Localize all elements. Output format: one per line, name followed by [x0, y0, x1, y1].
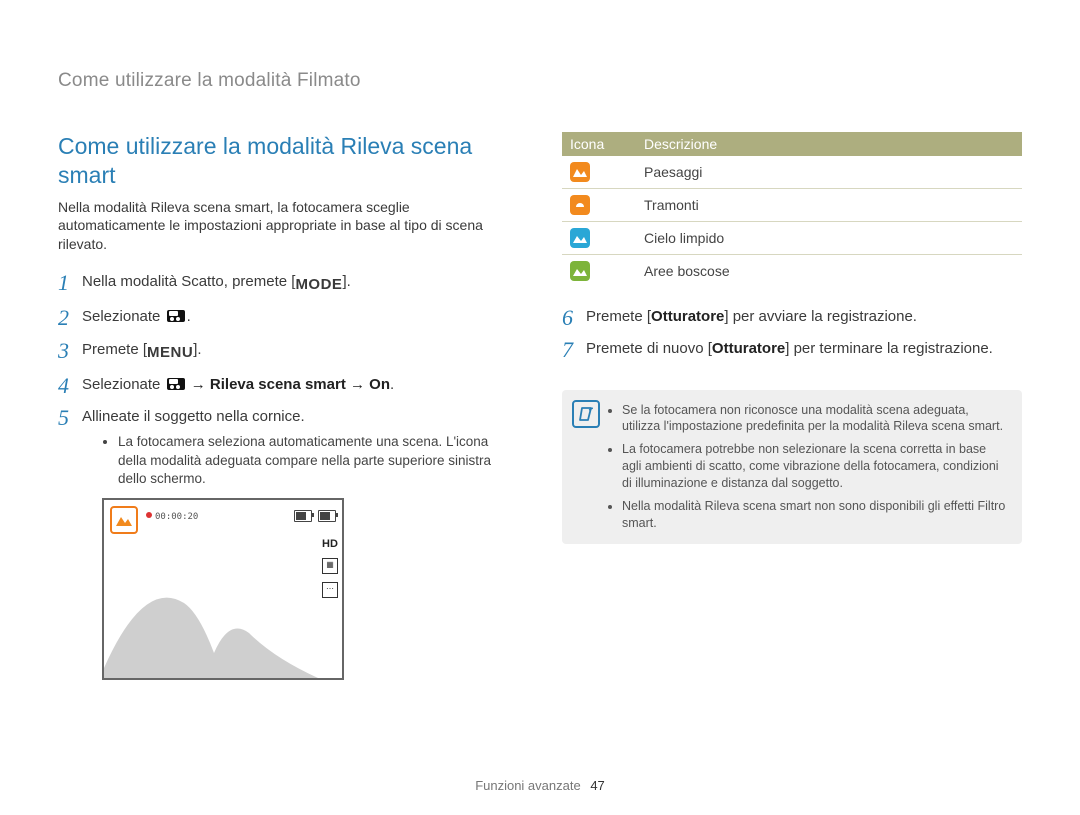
step-7-pre: Premete di nuovo [	[586, 340, 712, 357]
forest-icon	[570, 261, 590, 281]
step-4-post: .	[390, 376, 394, 393]
note-list: Se la fotocamera non riconosce una modal…	[608, 402, 1008, 532]
camera-preview: 00:00:20 HD ▦ ⋯	[102, 498, 344, 680]
mode-button-icon: MODE	[295, 275, 342, 295]
table-row: Tramonti	[562, 189, 1022, 222]
table-header-icon: Icona	[562, 132, 636, 156]
battery-icon	[294, 510, 312, 522]
scene-landscape-icon	[110, 506, 138, 534]
note-box: Se la fotocamera non riconosce una modal…	[562, 390, 1022, 544]
step-1-post: ].	[342, 273, 350, 290]
recording-time: 00:00:20	[146, 512, 198, 522]
intro-text: Nella modalità Rileva scena smart, la fo…	[58, 198, 518, 255]
preview-status-icons	[294, 510, 336, 522]
page-footer: Funzioni avanzate 47	[0, 778, 1080, 793]
step-3-pre: Premete [	[82, 341, 147, 358]
step-1-pre: Nella modalità Scatto, premete [	[82, 273, 295, 290]
page-number: 47	[590, 778, 604, 793]
settings-icon: ⋯	[322, 582, 338, 598]
table-row: Cielo limpido	[562, 222, 1022, 255]
left-column: Come utilizzare la modalità Rileva scena…	[58, 132, 518, 692]
clear-sky-icon	[570, 228, 590, 248]
right-column: Icona Descrizione Paesaggi Tramonti	[562, 132, 1022, 692]
sunset-icon	[570, 195, 590, 215]
note-item: Nella modalità Rileva scena smart non so…	[622, 498, 1008, 532]
breadcrumb: Come utilizzare la modalità Filmato	[58, 70, 1022, 92]
note-item: Se la fotocamera non riconosce una modal…	[622, 402, 1008, 436]
scene-icon-table: Icona Descrizione Paesaggi Tramonti	[562, 132, 1022, 287]
landscape-icon	[570, 162, 590, 182]
step-6-pre: Premete [	[586, 308, 651, 325]
info-icon	[572, 400, 600, 428]
menu-button-icon: MENU	[147, 343, 193, 363]
note-item: La fotocamera potrebbe non selezionare l…	[622, 441, 1008, 492]
step-5-text: Allineate il soggetto nella cornice.	[82, 408, 305, 425]
step-4-pre: Selezionate	[82, 376, 165, 393]
table-row: Aree boscose	[562, 255, 1022, 288]
step-7: Premete di nuovo [Otturatore] per termin…	[562, 339, 1022, 371]
steps-list-continued: Premete [Otturatore] per avviare la regi…	[562, 307, 1022, 372]
step-1: Nella modalità Scatto, premete [MODE].	[58, 272, 518, 307]
step-2-post: .	[187, 308, 191, 325]
step-6-bold: Otturatore	[651, 308, 724, 325]
step-3: Premete [MENU].	[58, 340, 518, 375]
step-4-bold: → Rileva scena smart → On	[187, 376, 390, 393]
two-column-layout: Come utilizzare la modalità Rileva scena…	[58, 132, 1022, 692]
page-title: Come utilizzare la modalità Rileva scena…	[58, 132, 518, 190]
preview-image	[104, 558, 318, 678]
video-mode-icon	[167, 310, 185, 322]
resolution-icon: ▦	[322, 558, 338, 574]
step-7-bold: Otturatore	[712, 340, 785, 357]
step-6-post: ] per avviare la registrazione.	[724, 308, 917, 325]
table-cell: Cielo limpido	[636, 222, 1022, 255]
table-cell: Paesaggi	[636, 156, 1022, 189]
step-6: Premete [Otturatore] per avviare la regi…	[562, 307, 1022, 339]
step-5-sublist: La fotocamera seleziona automaticamente …	[82, 433, 518, 488]
step-5: Allineate il soggetto nella cornice. La …	[58, 407, 518, 692]
table-cell: Tramonti	[636, 189, 1022, 222]
steps-list: Nella modalità Scatto, premete [MODE]. S…	[58, 272, 518, 692]
hd-badge: HD	[322, 538, 338, 550]
storage-icon	[318, 510, 336, 522]
video-mode-icon	[167, 378, 185, 390]
step-4: Selezionate → Rileva scena smart → On.	[58, 375, 518, 407]
step-7-post: ] per terminare la registrazione.	[785, 340, 993, 357]
preview-side-icons: HD ▦ ⋯	[322, 538, 338, 598]
manual-page: Come utilizzare la modalità Filmato Come…	[0, 0, 1080, 815]
step-3-post: ].	[193, 341, 201, 358]
table-row: Paesaggi	[562, 156, 1022, 189]
table-header-desc: Descrizione	[636, 132, 1022, 156]
step-2: Selezionate .	[58, 307, 518, 339]
step-5-sub: La fotocamera seleziona automaticamente …	[118, 433, 518, 488]
preview-top-bar: 00:00:20	[110, 506, 336, 530]
table-cell: Aree boscose	[636, 255, 1022, 288]
step-2-pre: Selezionate	[82, 308, 165, 325]
footer-section: Funzioni avanzate	[475, 778, 581, 793]
